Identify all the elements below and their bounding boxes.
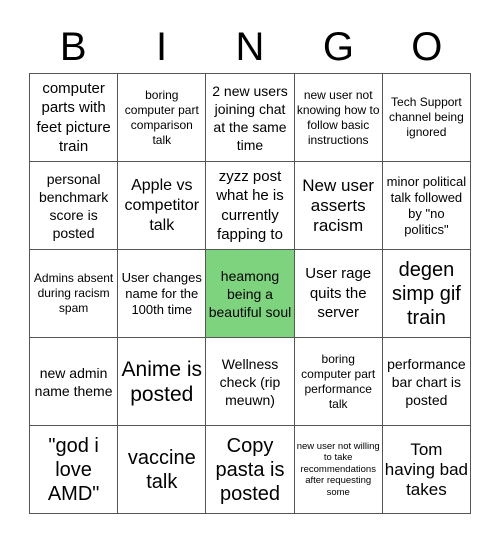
bingo-cell[interactable]: vaccine talk	[118, 426, 207, 514]
cell-text: "god i love AMD"	[47, 434, 100, 505]
cell-text: Wellness check (rip meuwn)	[219, 355, 281, 408]
cell-text: zyzz post what he is currently fapping t…	[216, 167, 284, 244]
bingo-cell[interactable]: Wellness check (rip meuwn)	[206, 338, 295, 426]
cell-text: User rage quits the server	[305, 265, 372, 322]
header-letter-o: O	[411, 25, 443, 69]
bingo-cell[interactable]: Copy pasta is posted	[206, 426, 295, 514]
bingo-cell[interactable]: "god i love AMD"	[30, 426, 119, 514]
bingo-cell[interactable]: personal benchmark score is posted	[30, 162, 119, 250]
bingo-cell[interactable]: new admin name theme	[30, 338, 119, 426]
bingo-board: computer parts with feet picture train b…	[29, 73, 471, 514]
bingo-cell[interactable]: performance bar chart is posted	[382, 338, 471, 426]
header-letter-g: G	[322, 25, 354, 69]
bingo-cell[interactable]: degen simp gif train	[382, 250, 471, 338]
cell-text: Copy pasta is posted	[215, 434, 285, 505]
cell-text: boring computer part performance talk	[301, 351, 376, 411]
cell-text: degen simp gif train	[391, 258, 461, 329]
bingo-cell[interactable]: Tech Support channel being ignored	[382, 74, 471, 162]
header-letter-i: I	[156, 25, 168, 69]
cell-text: new admin name theme	[34, 364, 113, 399]
cell-text: Tech Support channel being ignored	[389, 95, 464, 139]
bingo-cell[interactable]: Anime is posted	[118, 338, 207, 426]
bingo-cell[interactable]: New user asserts racism	[294, 162, 383, 250]
bingo-cell[interactable]: Tom having bad takes	[382, 426, 471, 514]
cell-text: heamong being a beautiful soul	[208, 267, 292, 320]
bingo-cell[interactable]: zyzz post what he is currently fapping t…	[206, 162, 295, 250]
cell-text: Apple vs competitor talk	[124, 176, 200, 234]
bingo-cell[interactable]: new user not willing to take recommendat…	[294, 426, 383, 514]
cell-text: Anime is posted	[121, 357, 203, 406]
cell-text: Admins absent during racism spam	[33, 271, 114, 315]
cell-text: Tom having bad takes	[384, 439, 468, 499]
bingo-cell[interactable]: Apple vs competitor talk	[118, 162, 207, 250]
cell-text: New user asserts racism	[302, 175, 375, 235]
cell-text: 2 new users joining chat at the same tim…	[212, 82, 288, 153]
bingo-cell[interactable]: User changes name for the 100th time	[118, 250, 207, 338]
bingo-cell-free-space[interactable]: heamong being a beautiful soul	[206, 250, 295, 338]
bingo-cell[interactable]: boring computer part comparison talk	[118, 74, 207, 162]
header-letter-b: B	[59, 25, 87, 69]
bingo-cell[interactable]: Admins absent during racism spam	[30, 250, 119, 338]
cell-text: computer parts with feet picture train	[36, 79, 111, 156]
cell-text: vaccine talk	[127, 446, 196, 493]
bingo-cell[interactable]: 2 new users joining chat at the same tim…	[206, 74, 295, 162]
cell-text: new user not knowing how to follow basic…	[296, 87, 380, 147]
bingo-cell[interactable]: User rage quits the server	[294, 250, 383, 338]
bingo-header: B I N G O	[29, 22, 471, 72]
cell-text: new user not willing to take recommendat…	[296, 440, 380, 498]
cell-text: performance bar chart is posted	[387, 355, 466, 408]
header-letter-n: N	[235, 25, 265, 69]
bingo-cell[interactable]: computer parts with feet picture train	[30, 74, 119, 162]
bingo-cell[interactable]: new user not knowing how to follow basic…	[294, 74, 383, 162]
bingo-cell[interactable]: boring computer part performance talk	[294, 338, 383, 426]
cell-text: personal benchmark score is posted	[38, 170, 109, 241]
cell-text: minor political talk followed by "no pol…	[386, 173, 467, 237]
cell-text: boring computer part comparison talk	[124, 87, 199, 147]
bingo-cell[interactable]: minor political talk followed by "no pol…	[382, 162, 471, 250]
cell-text: User changes name for the 100th time	[121, 269, 202, 317]
